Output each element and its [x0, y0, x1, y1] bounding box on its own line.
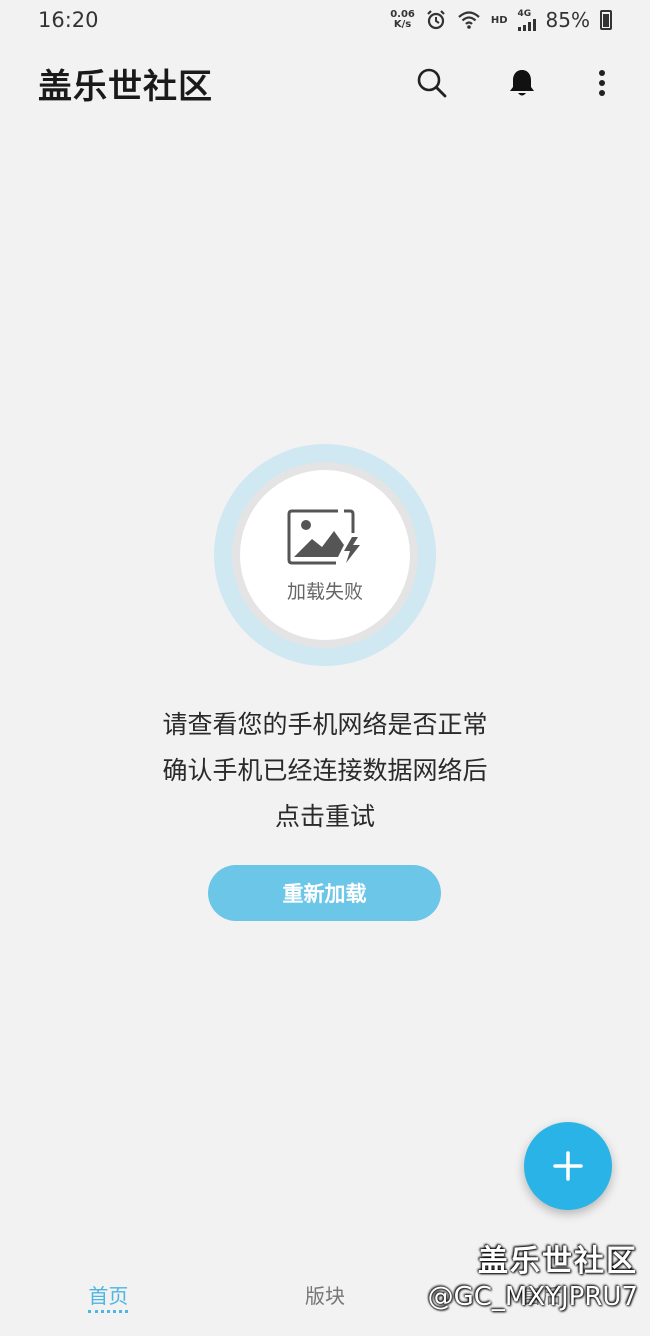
error-message-line: 确认手机已经连接数据网络后 — [162, 756, 488, 785]
signal-bars-icon — [517, 18, 536, 31]
illustration-disc: 加载失败 — [240, 470, 410, 640]
nav-item-boards[interactable]: 版块 — [217, 1260, 434, 1309]
error-message-line: 点击重试 — [274, 802, 375, 831]
watermark-title: 盖乐世社区 — [478, 1244, 638, 1279]
status-icons: 0.06 K/s HD 4G 85% — [390, 8, 612, 32]
status-time: 16:20 — [38, 8, 99, 32]
error-message: 请查看您的手机网络是否正常 确认手机已经连接数据网络后 点击重试 — [0, 702, 650, 840]
hd-label: HD — [490, 14, 508, 26]
watermark: 盖乐世社区 @GC_MXYJPRU7 — [428, 1236, 638, 1312]
illustration-ring: 加载失败 — [232, 462, 418, 648]
more-options-button[interactable] — [592, 63, 612, 103]
watermark-handle: @GC_MXYJPRU7 — [427, 1282, 638, 1312]
search-icon — [417, 68, 447, 98]
wifi-icon — [458, 11, 480, 29]
bell-icon — [510, 70, 534, 96]
cellular-signal: 4G — [517, 8, 536, 31]
search-button[interactable] — [412, 63, 452, 103]
load-failed-illustration: 加载失败 — [214, 444, 436, 666]
reload-button[interactable]: 重新加载 — [208, 865, 441, 921]
net-speed-unit: K/s — [393, 19, 412, 30]
create-post-fab[interactable] — [524, 1122, 612, 1210]
app-header: 盖乐世社区 — [0, 50, 650, 116]
alarm-icon — [427, 10, 445, 30]
plus-icon — [553, 1151, 583, 1181]
load-failed-label: 加载失败 — [286, 580, 363, 603]
battery-percent: 85% — [545, 8, 590, 32]
battery-icon — [600, 10, 612, 30]
more-vertical-icon — [599, 70, 605, 96]
nav-item-home[interactable]: 首页 — [0, 1260, 217, 1313]
header-actions — [412, 63, 612, 103]
app-title: 盖乐世社区 — [38, 66, 213, 107]
broken-image-icon — [287, 509, 360, 564]
notifications-button[interactable] — [502, 63, 542, 103]
net-speed: 0.06 K/s — [390, 10, 415, 30]
error-message-line: 请查看您的手机网络是否正常 — [162, 710, 488, 739]
network-type: 4G — [517, 8, 532, 19]
status-bar: 16:20 0.06 K/s HD 4G 85% — [0, 0, 650, 40]
